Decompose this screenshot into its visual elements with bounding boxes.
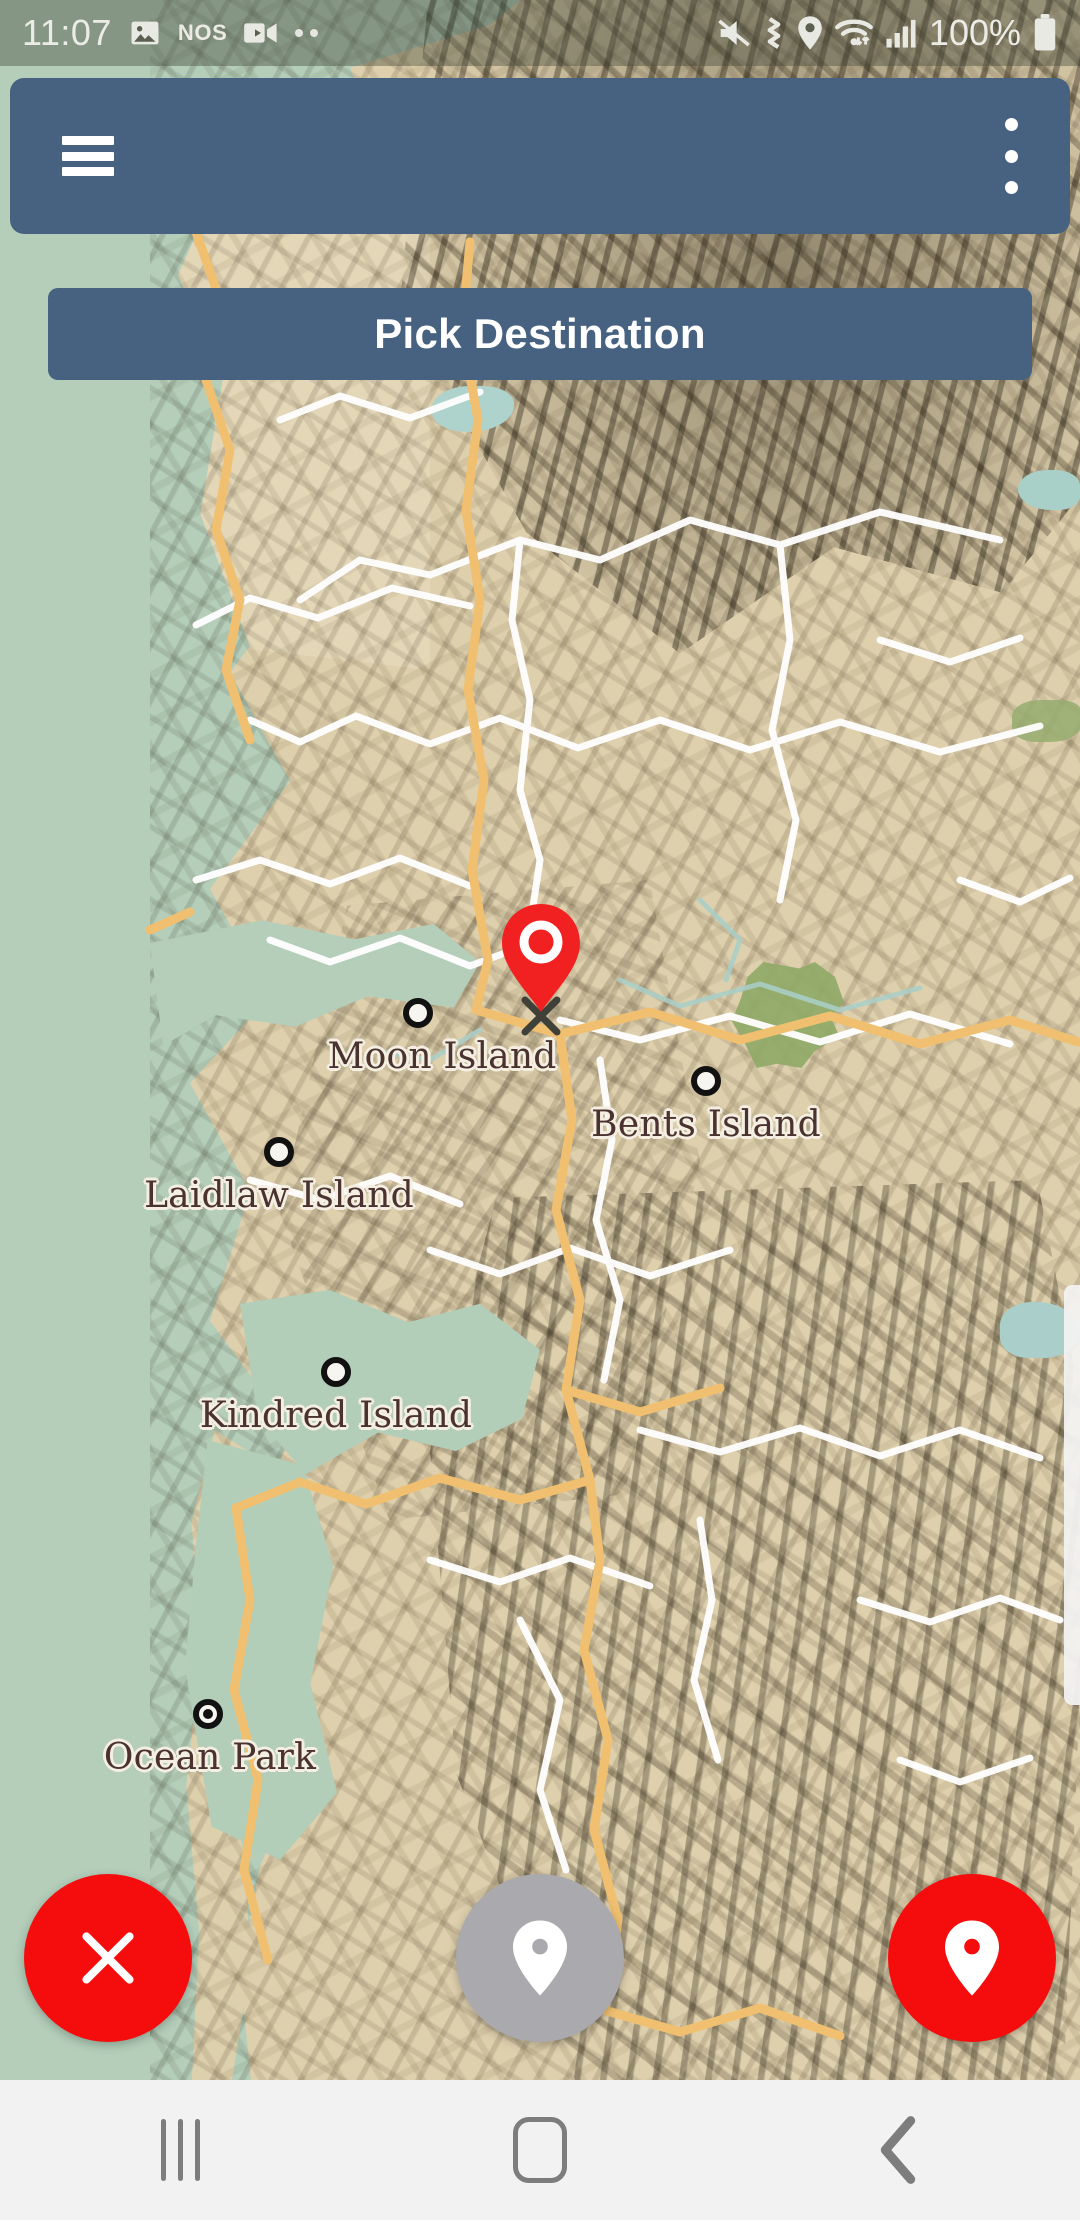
location-icon xyxy=(513,1920,567,1996)
locate-fab[interactable] xyxy=(456,1874,624,2042)
status-bar: 11:07 NOS 100% xyxy=(0,0,1080,66)
destination-pin-icon[interactable] xyxy=(498,900,584,1016)
pick-destination-button[interactable]: Pick Destination xyxy=(48,288,1032,380)
overflow-menu-icon[interactable] xyxy=(1004,118,1018,194)
nav-recents-button[interactable] xyxy=(80,2080,280,2220)
image-icon xyxy=(128,16,162,50)
circle-marker-icon xyxy=(691,1066,721,1096)
home-icon xyxy=(513,2117,567,2183)
system-navigation-bar xyxy=(0,2080,1080,2220)
close-icon xyxy=(82,1932,134,1984)
status-bar-right: 100% xyxy=(716,12,1058,54)
status-bar-clock: 11:07 xyxy=(22,12,112,53)
phone-screen: Moon Island Bents Island Laidlaw Island … xyxy=(0,0,1080,2220)
map-vertical-scrollbar[interactable] xyxy=(1064,1285,1080,1705)
nav-back-button[interactable] xyxy=(800,2080,1000,2220)
map-label-laidlaw-island: Laidlaw Island xyxy=(144,1175,414,1216)
circle-marker-icon xyxy=(321,1357,351,1387)
pick-destination-label: Pick Destination xyxy=(374,310,706,357)
map-label-kindred-island: Kindred Island xyxy=(199,1395,473,1436)
hamburger-menu-icon[interactable] xyxy=(62,136,114,176)
circle-marker-icon xyxy=(403,998,433,1028)
map-marker-kindred-island[interactable] xyxy=(321,1357,351,1387)
map-marker-bents-island[interactable] xyxy=(691,1066,721,1096)
more-notifications-dots-icon xyxy=(295,29,319,37)
map-forest-patch-small xyxy=(1012,700,1080,742)
map-marker-moon-island[interactable] xyxy=(403,998,433,1028)
recents-icon xyxy=(160,2119,200,2181)
battery-percent-label: 100% xyxy=(928,12,1021,53)
battery-icon xyxy=(1032,14,1058,52)
confirm-fab[interactable] xyxy=(888,1874,1056,2042)
signal-icon xyxy=(884,17,918,49)
bullseye-marker-icon xyxy=(193,1699,223,1729)
nav-home-button[interactable] xyxy=(440,2080,640,2220)
video-recorder-icon xyxy=(243,18,279,48)
map-lake-east xyxy=(1018,470,1080,510)
cancel-fab[interactable] xyxy=(24,1874,192,2042)
location-icon xyxy=(796,15,824,51)
location-icon xyxy=(945,1920,999,1996)
map-label-ocean-park: Ocean Park xyxy=(103,1737,317,1778)
carrier-label: NOS xyxy=(177,20,228,45)
app-bar xyxy=(10,78,1070,234)
map-label-moon-island: Moon Island xyxy=(327,1036,557,1077)
map-marker-ocean-park[interactable] xyxy=(193,1699,223,1729)
circle-marker-icon xyxy=(264,1137,294,1167)
wifi-icon xyxy=(835,17,873,49)
status-bar-left: 11:07 NOS xyxy=(22,12,319,54)
vibrate-icon xyxy=(763,16,785,50)
map-marker-laidlaw-island[interactable] xyxy=(264,1137,294,1167)
map-label-bents-island: Bents Island xyxy=(591,1104,821,1145)
mute-icon xyxy=(716,17,752,49)
back-chevron-icon xyxy=(880,2116,916,2184)
